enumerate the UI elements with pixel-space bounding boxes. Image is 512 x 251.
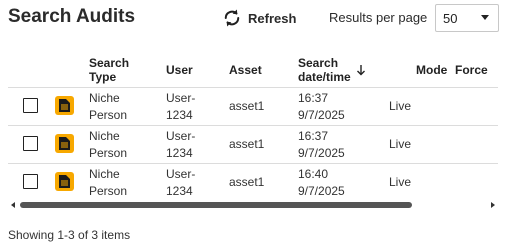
scroll-left-arrow-icon[interactable] bbox=[11, 202, 15, 208]
cell-user-line2: 1234 bbox=[166, 146, 193, 160]
cell-user-line2: 1234 bbox=[166, 108, 193, 122]
document-icon[interactable] bbox=[55, 134, 74, 153]
row-checkbox[interactable] bbox=[23, 98, 38, 113]
document-icon[interactable] bbox=[55, 96, 74, 115]
results-per-page-select[interactable]: 50 bbox=[435, 4, 499, 32]
cell-date: 9/7/2025 bbox=[298, 146, 345, 160]
column-header-force[interactable]: Force bbox=[455, 63, 488, 77]
scrollbar-thumb[interactable] bbox=[20, 202, 412, 208]
cell-search-type-line2: Person bbox=[89, 108, 128, 122]
pagination-summary: Showing 1-3 of 3 items bbox=[8, 228, 131, 242]
results-per-page-label: Results per page bbox=[329, 10, 428, 25]
cell-mode: Live bbox=[389, 99, 412, 113]
cell-date: 9/7/2025 bbox=[298, 108, 345, 122]
refresh-icon bbox=[224, 9, 240, 27]
cell-asset: asset1 bbox=[229, 175, 265, 189]
row-checkbox[interactable] bbox=[23, 136, 38, 151]
document-icon[interactable] bbox=[55, 172, 74, 191]
cell-date: 9/7/2025 bbox=[298, 184, 345, 198]
column-header-search-type-line1: Search bbox=[89, 56, 130, 70]
cell-mode: Live bbox=[389, 137, 412, 151]
scroll-right-arrow-icon[interactable] bbox=[491, 202, 495, 208]
refresh-button[interactable]: Refresh bbox=[222, 6, 296, 30]
page-title: Search Audits bbox=[8, 6, 136, 27]
cell-user-line2: 1234 bbox=[166, 184, 193, 198]
row-divider bbox=[8, 125, 498, 126]
column-header-search-type-line2: Type bbox=[89, 70, 117, 84]
column-header-user[interactable]: User bbox=[166, 63, 193, 77]
cell-asset: asset1 bbox=[229, 137, 265, 151]
row-divider bbox=[8, 163, 498, 164]
row-checkbox[interactable] bbox=[23, 174, 38, 189]
cell-asset: asset1 bbox=[229, 99, 265, 113]
refresh-label: Refresh bbox=[248, 10, 297, 26]
cell-mode: Live bbox=[389, 175, 412, 189]
sort-descending-icon[interactable] bbox=[356, 64, 366, 76]
cell-search-type-line2: Person bbox=[89, 146, 128, 160]
column-header-datetime-line2: date/time bbox=[298, 70, 351, 84]
results-per-page-value: 50 bbox=[443, 10, 458, 26]
column-header-datetime-line1: Search bbox=[298, 56, 339, 70]
header-divider bbox=[8, 87, 498, 88]
horizontal-scrollbar[interactable] bbox=[8, 200, 498, 210]
column-header-asset[interactable]: Asset bbox=[229, 63, 262, 77]
cell-search-type-line2: Person bbox=[89, 184, 128, 198]
chevron-down-icon bbox=[481, 15, 489, 20]
column-header-mode[interactable]: Mode bbox=[416, 63, 447, 77]
